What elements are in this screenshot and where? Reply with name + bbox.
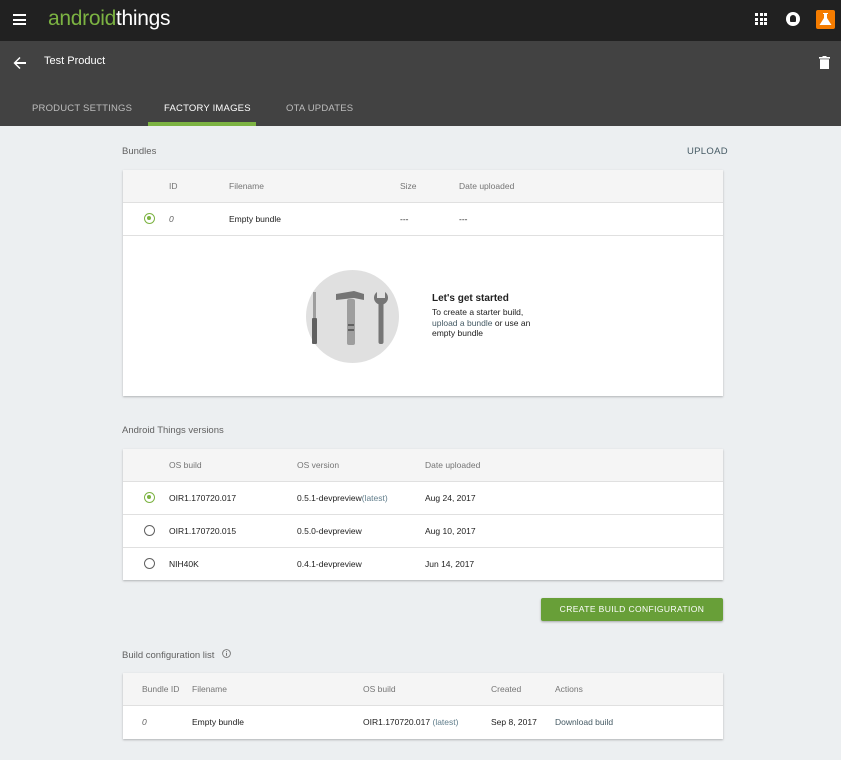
empty-state-text-2-rest: or use an: [492, 318, 531, 328]
table-header: ID Filename Size Date uploaded: [123, 170, 723, 203]
config-os-build-text: OIR1.170720.017: [363, 717, 431, 727]
empty-state-text-3: empty bundle: [432, 328, 484, 338]
column-header-filename: Filename: [229, 181, 264, 191]
column-header-size: Size: [400, 181, 417, 191]
latest-tag: (latest): [361, 493, 388, 503]
os-build: NIH40K: [169, 559, 199, 569]
flask-icon: [819, 13, 832, 25]
delete-icon[interactable]: [819, 56, 830, 69]
os-version: 0.4.1-devpreview: [297, 559, 362, 569]
column-header-os-build: OS build: [169, 460, 202, 470]
bundles-section-title: Bundles: [122, 146, 157, 157]
logo-android-text: android: [48, 7, 116, 30]
column-header-date: Date uploaded: [459, 181, 515, 191]
date-uploaded: Aug 10, 2017: [425, 526, 476, 536]
tab-ota-updates[interactable]: OTA UPDATES: [286, 103, 353, 114]
os-build: OIR1.170720.017: [169, 493, 237, 503]
date-uploaded: Jun 14, 2017: [425, 559, 475, 569]
os-version: 0.5.1-devpreview(latest): [297, 493, 388, 503]
avatar[interactable]: [816, 10, 835, 29]
build-config-section-title: Build configuration list: [122, 650, 215, 661]
latest-tag: (latest): [432, 717, 459, 727]
os-version: 0.5.0-devpreview: [297, 526, 362, 536]
table-row: 0 Empty bundle OIR1.170720.017 (latest) …: [123, 706, 723, 738]
tools-icon: [312, 291, 388, 345]
notifications-icon[interactable]: [786, 12, 800, 26]
column-header-os-version: OS version: [297, 460, 340, 470]
download-build-link[interactable]: Download build: [555, 717, 613, 727]
create-build-configuration-button[interactable]: CREATE BUILD CONFIGURATION: [541, 598, 723, 621]
column-header-date: Date uploaded: [425, 460, 481, 470]
date-uploaded: Aug 24, 2017: [425, 493, 476, 503]
table-row[interactable]: NIH40K 0.4.1-devpreview Jun 14, 2017: [123, 548, 723, 580]
column-header-created: Created: [491, 684, 522, 694]
tools-illustration: [306, 270, 399, 363]
column-header-bundle-id: Bundle ID: [142, 684, 180, 694]
column-header-filename: Filename: [192, 684, 227, 694]
os-version-text: 0.5.1-devpreview: [297, 493, 362, 503]
android-things-logo[interactable]: androidthings: [48, 7, 171, 31]
product-title: Test Product: [44, 55, 106, 67]
menu-icon[interactable]: [13, 14, 26, 25]
product-header: Test Product PRODUCT SETTINGS FACTORY IM…: [0, 41, 841, 126]
bundle-radio[interactable]: [144, 213, 155, 224]
upload-bundle-link[interactable]: upload a bundle: [432, 318, 493, 328]
apps-grid-icon[interactable]: [755, 13, 767, 25]
bundle-date: ---: [459, 214, 468, 224]
top-app-bar: androidthings: [0, 0, 841, 41]
tab-factory-images[interactable]: FACTORY IMAGES: [164, 103, 251, 114]
bundle-id: 0: [169, 214, 174, 224]
empty-state-title: Let's get started: [432, 293, 509, 304]
tab-product-settings[interactable]: PRODUCT SETTINGS: [32, 103, 132, 114]
config-filename: Empty bundle: [192, 717, 244, 727]
config-bundle-id: 0: [142, 717, 147, 727]
table-row[interactable]: OIR1.170720.015 0.5.0-devpreview Aug 10,…: [123, 515, 723, 548]
bundle-filename: Empty bundle: [229, 214, 281, 224]
table-header: OS build OS version Date uploaded: [123, 449, 723, 482]
column-header-os-build: OS build: [363, 684, 396, 694]
table-row[interactable]: 0 Empty bundle --- ---: [123, 203, 723, 236]
active-tab-indicator: [148, 122, 256, 126]
info-icon[interactable]: [222, 649, 231, 658]
upload-button[interactable]: UPLOAD: [687, 146, 728, 157]
versions-table: OS build OS version Date uploaded OIR1.1…: [123, 449, 723, 580]
table-row[interactable]: OIR1.170720.017 0.5.1-devpreview(latest)…: [123, 482, 723, 515]
os-build: OIR1.170720.015: [169, 526, 237, 536]
logo-things-text: things: [115, 7, 171, 30]
empty-state-text-1: To create a starter build,: [432, 307, 524, 317]
version-radio[interactable]: [144, 525, 155, 536]
version-radio[interactable]: [144, 492, 155, 503]
version-radio[interactable]: [144, 558, 155, 569]
column-header-id: ID: [169, 181, 178, 191]
versions-section-title: Android Things versions: [122, 425, 224, 436]
bundles-table: ID Filename Size Date uploaded 0 Empty b…: [123, 170, 723, 396]
table-header: Bundle ID Filename OS build Created Acti…: [123, 673, 723, 706]
empty-state-text-2: upload a bundle or use an: [432, 318, 530, 328]
bundle-size: ---: [400, 214, 409, 224]
build-config-table: Bundle ID Filename OS build Created Acti…: [123, 673, 723, 739]
column-header-actions: Actions: [555, 684, 583, 694]
back-arrow-icon[interactable]: [12, 55, 28, 71]
config-os-build: OIR1.170720.017 (latest): [363, 717, 458, 727]
config-created: Sep 8, 2017: [491, 717, 537, 727]
